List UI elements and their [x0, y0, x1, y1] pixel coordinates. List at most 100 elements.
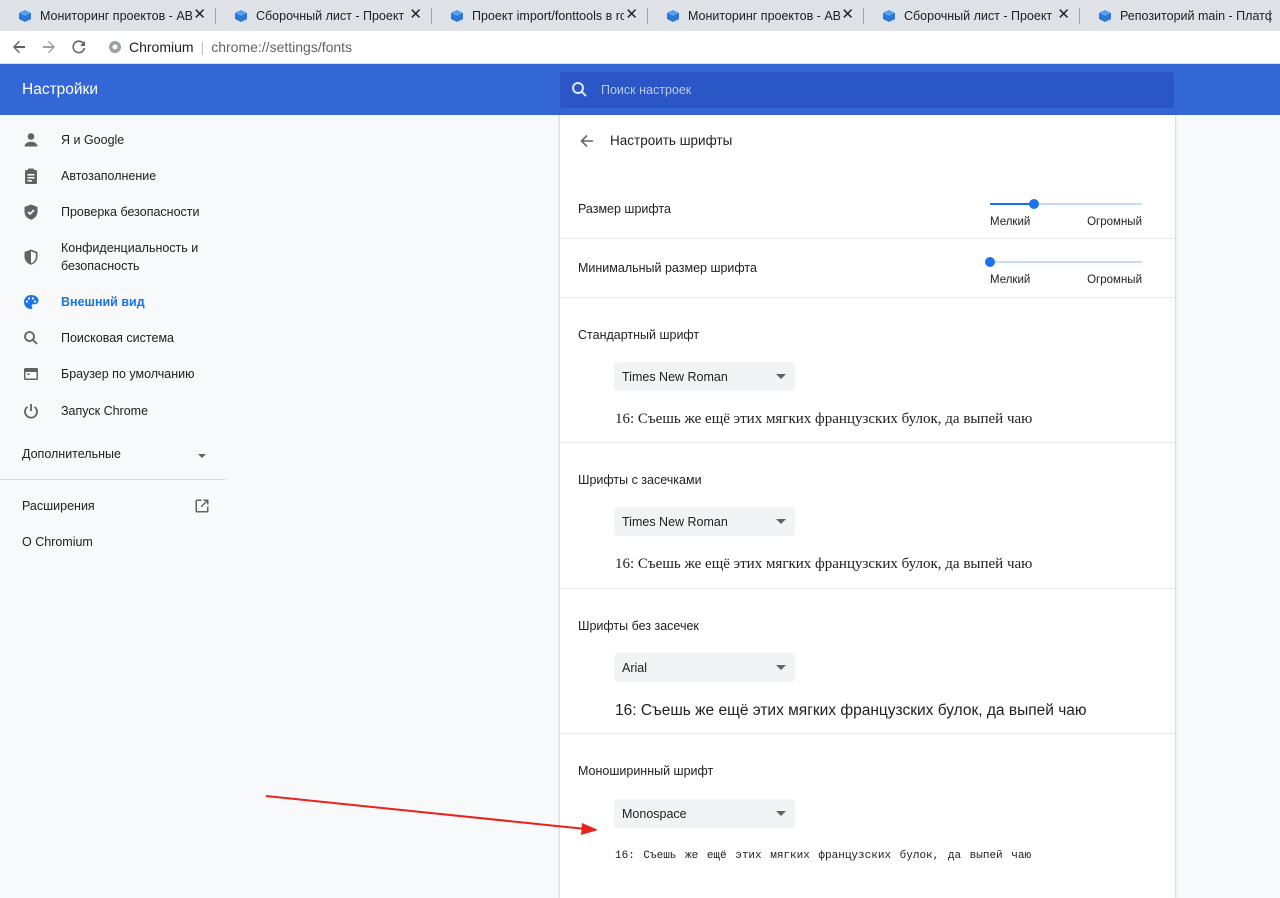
- open-in-new-icon[interactable]: [193, 497, 211, 515]
- shield-check-icon: [22, 203, 40, 221]
- browser-tab[interactable]: Репозиторий main - Платформа: [1080, 0, 1280, 31]
- dropdown-arrow-icon: [776, 811, 786, 816]
- sidebar-item-default-browser[interactable]: Браузер по умолчанию: [0, 365, 226, 383]
- sidebar-item-label: Проверка безопасности: [61, 205, 200, 219]
- cube-icon: [18, 9, 32, 23]
- settings-header: Настройки: [0, 64, 1280, 115]
- sidebar-item-safety-check[interactable]: Проверка безопасности: [0, 203, 226, 221]
- cube-icon: [882, 9, 896, 23]
- sans-serif-font-label: Шрифты без засечек: [578, 619, 699, 633]
- row-divider: [560, 238, 1175, 239]
- close-icon[interactable]: ✕: [625, 7, 638, 23]
- search-input[interactable]: [601, 83, 1161, 97]
- url-text[interactable]: chrome://settings/fonts: [211, 39, 352, 55]
- sidebar-item-label: Я и Google: [61, 133, 125, 147]
- browser-icon: [22, 365, 40, 383]
- tab-title: Мониторинг проектов - ABF: [40, 8, 192, 23]
- browser-tab[interactable]: Сборочный лист - Проект import ✕: [216, 0, 432, 31]
- cube-icon: [450, 9, 464, 23]
- person-icon: [22, 131, 40, 149]
- cube-icon: [666, 9, 680, 23]
- select-value: Times New Roman: [622, 514, 728, 529]
- dropdown-arrow-icon: [776, 665, 786, 670]
- slider-fill: [990, 203, 1035, 205]
- tab-strip: Мониторинг проектов - ABF ✕ Сборочный ли…: [0, 0, 1280, 31]
- chromium-site-icon: [108, 40, 122, 54]
- sidebar-item-label: Запуск Chrome: [61, 404, 149, 418]
- sidebar-item-on-startup[interactable]: Запуск Chrome: [0, 402, 226, 420]
- font-size-label: Размер шрифта: [578, 202, 671, 216]
- site-name: Chromium: [129, 39, 194, 55]
- browser-tab[interactable]: Сборочный лист - Проект import ✕: [864, 0, 1080, 31]
- sidebar-item-label: Внешний вид: [61, 295, 145, 309]
- back-arrow-icon[interactable]: [4, 32, 34, 62]
- min-font-size-label: Минимальный размер шрифта: [578, 261, 757, 275]
- subpage-title: Настроить шрифты: [610, 133, 733, 148]
- font-sample-text: 16: Съешь же ещё этих мягких французских…: [615, 411, 1033, 427]
- font-sample-text: 16: Съешь же ещё этих мягких французских…: [615, 556, 1033, 572]
- select-value: Monospace: [622, 806, 687, 821]
- slider-min-label: Мелкий: [990, 216, 1031, 228]
- sidebar-item-you-and-google[interactable]: Я и Google: [0, 131, 226, 149]
- slider-max-label: Огромный: [1087, 274, 1142, 286]
- sidebar-item-privacy[interactable]: Конфиденциальность и безопасность: [0, 239, 226, 275]
- sidebar-item-label: Конфиденциальность и безопасность: [61, 241, 199, 273]
- browser-tab[interactable]: Проект import/fonttools в rosa ✕: [432, 0, 648, 31]
- row-divider: [560, 588, 1175, 589]
- font-sample-text: 16: Съешь же ещё этих мягких французских…: [615, 702, 1087, 719]
- tab-title: Мониторинг проектов - ABF: [688, 8, 840, 23]
- power-icon: [22, 402, 40, 420]
- sidebar-item-appearance[interactable]: Внешний вид: [0, 293, 226, 311]
- row-divider: [560, 733, 1175, 734]
- chevron-down-icon[interactable]: [197, 451, 207, 461]
- close-icon[interactable]: ✕: [409, 7, 422, 23]
- sidebar-item-label: Поисковая система: [61, 331, 174, 345]
- monospace-font-select[interactable]: Monospace: [614, 799, 795, 828]
- tab-title: Проект import/fonttools в rosa: [472, 8, 624, 23]
- font-size-slider[interactable]: Мелкий Огромный: [990, 195, 1142, 231]
- slider-knob[interactable]: [985, 257, 995, 267]
- browser-tab[interactable]: Мониторинг проектов - ABF ✕: [0, 0, 216, 31]
- sidebar: Я и Google Автозаполнение Проверка безоп…: [0, 115, 226, 898]
- sidebar-about[interactable]: О Chromium: [22, 535, 93, 549]
- sidebar-item-autofill[interactable]: Автозаполнение: [0, 167, 226, 185]
- back-arrow-icon[interactable]: [578, 132, 596, 150]
- reload-icon[interactable]: [64, 32, 94, 62]
- dropdown-arrow-icon: [776, 374, 786, 379]
- slider-max-label: Огромный: [1087, 216, 1142, 228]
- sidebar-item-search-engine[interactable]: Поисковая система: [0, 329, 226, 347]
- serif-font-select[interactable]: Times New Roman: [614, 507, 795, 536]
- forward-arrow-icon[interactable]: [34, 32, 64, 62]
- slider-knob[interactable]: [1029, 199, 1040, 209]
- sans-serif-font-select[interactable]: Arial: [614, 653, 795, 682]
- standard-font-select[interactable]: Times New Roman: [614, 362, 795, 391]
- serif-font-label: Шрифты с засечками: [578, 473, 702, 487]
- settings-search-box[interactable]: [560, 72, 1174, 108]
- dropdown-arrow-icon: [776, 519, 786, 524]
- standard-font-label: Стандартный шрифт: [578, 328, 700, 342]
- close-icon[interactable]: ✕: [841, 7, 854, 23]
- tab-title: Репозиторий main - Платформа: [1120, 8, 1272, 23]
- address-bar[interactable]: Chromium | chrome://settings/fonts: [108, 39, 352, 55]
- close-icon[interactable]: ✕: [193, 7, 206, 23]
- close-icon[interactable]: ✕: [1057, 7, 1070, 23]
- search-icon: [570, 80, 590, 100]
- palette-icon: [22, 293, 40, 311]
- cube-icon: [234, 9, 248, 23]
- sidebar-item-label: Автозаполнение: [61, 169, 157, 183]
- tab-title: Сборочный лист - Проект import: [904, 8, 1056, 23]
- slider-min-label: Мелкий: [990, 274, 1031, 286]
- browser-tab[interactable]: Мониторинг проектов - ABF ✕: [648, 0, 864, 31]
- clipboard-icon: [22, 167, 40, 185]
- slider-track: [990, 261, 1142, 263]
- page-title: Настройки: [22, 81, 99, 98]
- sidebar-divider: [0, 479, 226, 480]
- sidebar-extensions[interactable]: Расширения: [22, 499, 95, 513]
- tab-title: Сборочный лист - Проект import: [256, 8, 408, 23]
- min-font-size-slider[interactable]: Мелкий Огромный: [985, 253, 1142, 289]
- sidebar-advanced[interactable]: Дополнительные: [22, 447, 121, 461]
- sidebar-item-label: Браузер по умолчанию: [61, 367, 195, 381]
- row-divider: [560, 442, 1175, 443]
- monospace-font-label: Моноширинный шрифт: [578, 764, 714, 778]
- select-value: Times New Roman: [622, 369, 728, 384]
